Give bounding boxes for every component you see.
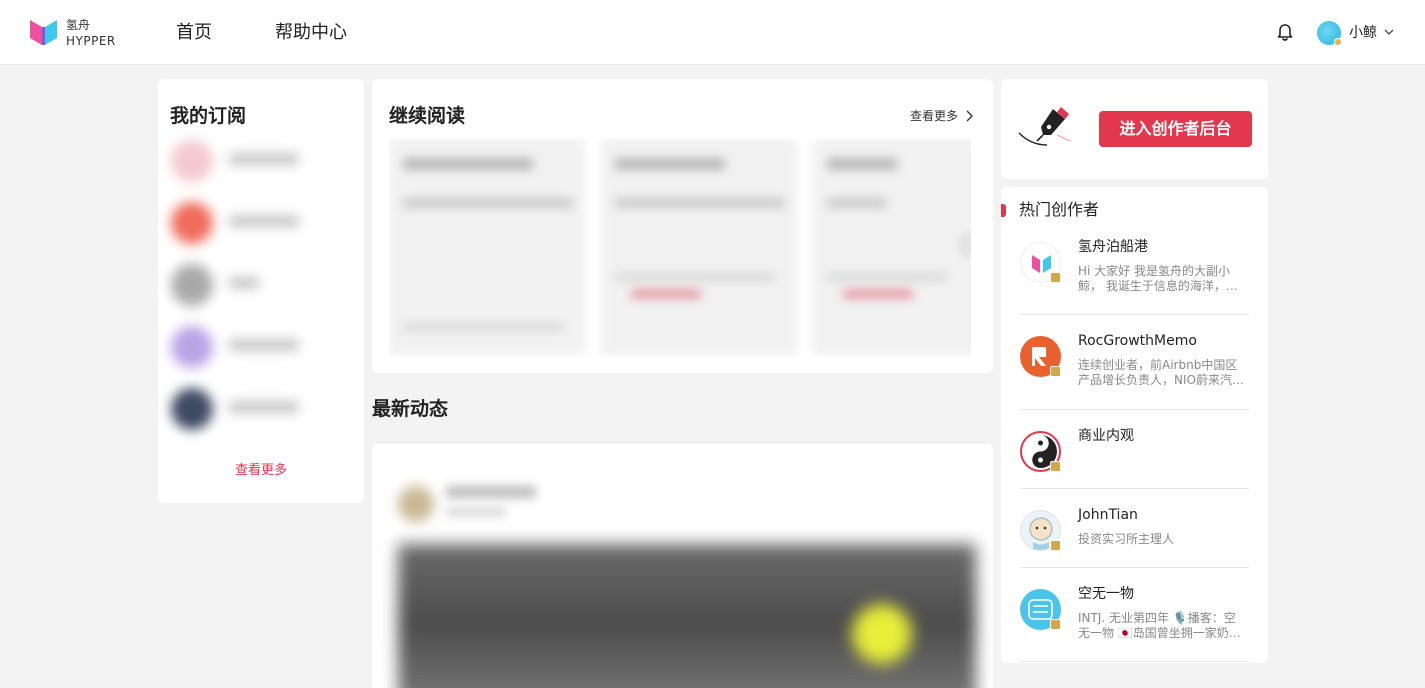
list-item[interactable] (167, 384, 307, 434)
list-item[interactable] (167, 136, 307, 186)
creator-desc: INTJ. 无业第四年 🎙️播客：空无一物 🇯🇵岛国曾坐拥一家奶茶… (1078, 611, 1236, 640)
verified-badge-icon (1050, 619, 1061, 630)
reading-card-title (403, 158, 533, 170)
divider (1020, 488, 1249, 489)
hot-creators-card: 热门创作者 氢舟泊船港 Hi 大家好 我是氢舟的大副小鲸， 我诞生于信息的海洋，… (1001, 187, 1268, 663)
list-item-label (229, 402, 299, 412)
creator-desc: Hi 大家好 我是氢舟的大副小鲸， 我诞生于信息的海洋，… (1078, 264, 1238, 293)
feed-image-highlight (852, 604, 912, 664)
logo-text-cn: 氢舟 (66, 18, 91, 32)
divider (1020, 661, 1249, 662)
divider (1020, 409, 1249, 410)
creator-desc: 连续创业者，前Airbnb中国区产品增长负责人，NIO蔚来汽车… (1078, 358, 1238, 387)
creator-name: RocGrowthMemo (1078, 333, 1197, 349)
creator-name: 空无一物 (1078, 586, 1134, 602)
enter-creator-dashboard-button[interactable]: 进入创作者后台 (1099, 111, 1252, 147)
divider (1020, 567, 1249, 568)
feed-author-name (446, 486, 536, 498)
chevron-down-icon[interactable] (1384, 28, 1394, 36)
section-accent-bar (1001, 204, 1006, 217)
reading-card[interactable] (389, 138, 585, 356)
subscriptions-title: 我的订阅 (170, 105, 247, 127)
reading-card-line (827, 273, 947, 281)
continue-reading-title: 继续阅读 (389, 105, 466, 127)
avatar (171, 140, 213, 182)
reading-card-tag (631, 290, 701, 298)
divider (1020, 314, 1249, 315)
logo-mark-icon (30, 20, 57, 45)
username[interactable]: 小鲸 (1349, 24, 1377, 42)
continue-reading-see-more[interactable]: 查看更多 (910, 108, 958, 124)
reading-card-line (403, 323, 563, 331)
bell-icon[interactable] (1276, 23, 1294, 42)
pen-nib-icon (1018, 107, 1072, 146)
list-item[interactable] (167, 198, 307, 248)
list-item[interactable] (167, 322, 307, 372)
verified-badge-icon (1050, 272, 1061, 283)
verified-badge-icon (1334, 38, 1342, 46)
nav-home[interactable]: 首页 (176, 21, 212, 45)
list-item-label (229, 216, 299, 226)
subscriptions-card: 我的订阅 查看更多 (158, 79, 364, 503)
continue-reading-card: 继续阅读 查看更多 (372, 79, 993, 373)
reading-card-title (827, 158, 897, 170)
hypper-logo[interactable]: 氢舟 HYPPER (30, 17, 120, 49)
reading-card-title (615, 158, 725, 170)
chevron-right-icon[interactable] (965, 110, 973, 122)
verified-badge-icon (1050, 366, 1061, 377)
avatar (171, 388, 213, 430)
reading-card-line (403, 198, 573, 208)
creator-cta-card: 进入创作者后台 (1001, 79, 1268, 179)
creator-name: 商业内观 (1078, 428, 1134, 444)
logo-text-en: HYPPER (66, 34, 116, 48)
creator-desc: 投资实习所主理人 (1078, 532, 1175, 546)
reading-card-line (827, 198, 887, 208)
creator-name: JohnTian (1078, 507, 1138, 523)
avatar (398, 486, 434, 522)
subscriptions-see-more[interactable]: 查看更多 (158, 462, 364, 480)
list-item-label (229, 154, 299, 164)
continue-reading-carousel (389, 138, 971, 356)
reading-card-line (615, 273, 775, 281)
latest-activity-title: 最新动态 (372, 398, 449, 420)
top-header: 氢舟 HYPPER 首页 帮助中心 小鲸 (0, 0, 1425, 65)
avatar (171, 326, 213, 368)
reading-card-line (615, 198, 785, 208)
hot-creators-title: 热门创作者 (1019, 200, 1100, 219)
reading-card[interactable] (813, 138, 971, 356)
nav-help-center[interactable]: 帮助中心 (275, 21, 347, 45)
feed-card[interactable] (372, 444, 993, 688)
verified-badge-icon (1050, 461, 1061, 472)
reading-card[interactable] (601, 138, 797, 356)
reading-card-tag (843, 290, 913, 298)
feed-meta (446, 508, 506, 516)
subscriptions-list (167, 136, 307, 434)
avatar (171, 264, 213, 306)
verified-badge-icon (1050, 540, 1061, 551)
list-item[interactable] (167, 260, 307, 310)
list-item-label (229, 278, 259, 288)
user-avatar[interactable] (1317, 21, 1342, 46)
list-item-label (229, 340, 299, 350)
avatar (171, 202, 213, 244)
creator-name: 氢舟泊船港 (1078, 239, 1148, 255)
